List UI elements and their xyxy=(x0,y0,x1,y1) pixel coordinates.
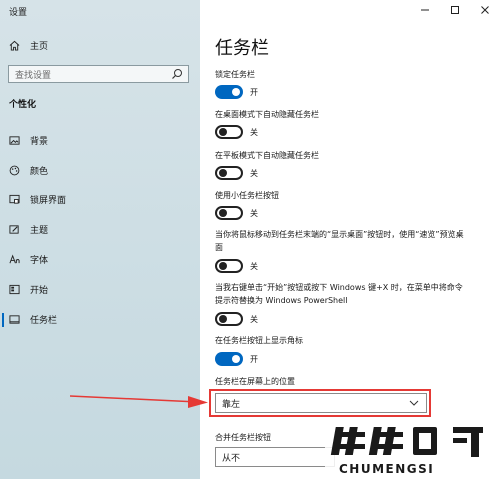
toggle-knob xyxy=(219,128,227,136)
setting-lock-taskbar: 开 xyxy=(215,85,258,99)
toggle-state: 开 xyxy=(250,354,258,364)
lockscreen-icon xyxy=(8,193,20,205)
setting-peek-label-line2: 面 xyxy=(215,243,223,252)
sidebar-item-label: 开始 xyxy=(30,285,49,296)
sidebar-item-label: 背景 xyxy=(30,136,49,147)
toggle-knob xyxy=(232,355,240,363)
toggle-state: 关 xyxy=(250,168,258,178)
minimize-icon xyxy=(421,9,429,11)
lock-taskbar-toggle[interactable] xyxy=(215,85,243,99)
toggle-state: 关 xyxy=(250,314,258,324)
sidebar-item-label: 字体 xyxy=(30,255,49,266)
toggle-knob xyxy=(219,209,227,217)
font-icon xyxy=(8,253,20,265)
sidebar-item-lockscreen[interactable]: 锁屏界面 xyxy=(0,188,200,210)
window-controls xyxy=(410,0,500,20)
search-icon[interactable] xyxy=(170,67,184,81)
red-arrow-icon xyxy=(70,395,208,408)
sidebar-item-fonts[interactable]: 字体 xyxy=(0,248,200,270)
combine-buttons-label: 合并任务栏按钮 xyxy=(215,433,271,442)
setting-peek: 关 xyxy=(215,259,258,273)
setting-small-buttons-label: 使用小任务栏按钮 xyxy=(215,191,279,200)
page-title: 任务栏 xyxy=(215,38,269,59)
sidebar-item-label: 锁屏界面 xyxy=(30,195,67,206)
toggle-state: 开 xyxy=(250,87,258,97)
setting-powershell-label-line2: 提示符替换为 Windows PowerShell xyxy=(215,296,348,305)
search-placeholder: 查找设置 xyxy=(15,70,52,81)
highlight-box xyxy=(209,389,431,417)
image-icon xyxy=(8,134,20,146)
toggle-knob xyxy=(219,315,227,323)
powershell-toggle[interactable] xyxy=(215,312,243,326)
setting-lock-taskbar-label: 锁定任务栏 xyxy=(215,70,255,79)
svg-text:CHUMENGSI: CHUMENGSI xyxy=(339,462,434,476)
setting-powershell: 关 xyxy=(215,312,258,326)
close-icon xyxy=(481,6,489,14)
minimize-button[interactable] xyxy=(410,0,440,20)
sidebar-item-label: 主题 xyxy=(30,225,49,236)
setting-autohide-desktop: 关 xyxy=(215,125,258,139)
setting-peek-label-line1: 当你将鼠标移动到任务栏末端的“显示桌面”按钮时，使用“速览”预览桌 xyxy=(215,230,464,239)
setting-autohide-tablet-label: 在平板模式下自动隐藏任务栏 xyxy=(215,151,319,160)
small-buttons-toggle[interactable] xyxy=(215,206,243,220)
setting-small-buttons: 关 xyxy=(215,206,258,220)
palette-icon xyxy=(8,164,20,176)
search-input[interactable]: 查找设置 xyxy=(8,65,189,83)
combine-buttons-dropdown[interactable]: 从不 xyxy=(215,447,335,467)
setting-badges: 开 xyxy=(215,352,258,366)
section-label: 个性化 xyxy=(9,100,37,110)
maximize-button[interactable] xyxy=(440,0,470,20)
setting-badges-label: 在任务栏按钮上显示角标 xyxy=(215,336,303,345)
taskbar-position-label: 任务栏在屏幕上的位置 xyxy=(215,377,295,386)
start-icon xyxy=(8,283,20,295)
maximize-icon xyxy=(451,6,459,14)
toggle-state: 关 xyxy=(250,208,258,218)
badges-toggle[interactable] xyxy=(215,352,243,366)
setting-autohide-desktop-label: 在桌面模式下自动隐藏任务栏 xyxy=(215,110,319,119)
app-title: 设置 xyxy=(9,8,28,18)
sidebar-item-label: 任务栏 xyxy=(30,315,58,326)
sidebar-item-colors[interactable]: 颜色 xyxy=(0,159,200,181)
home-icon xyxy=(8,39,20,51)
sidebar-item-background[interactable]: 背景 xyxy=(0,129,200,151)
toggle-state: 关 xyxy=(250,261,258,271)
toggle-knob xyxy=(219,169,227,177)
toggle-knob xyxy=(232,88,240,96)
brush-icon xyxy=(8,223,20,235)
autohide-tablet-toggle[interactable] xyxy=(215,166,243,180)
dropdown-value: 从不 xyxy=(222,453,241,464)
setting-autohide-tablet: 关 xyxy=(215,166,258,180)
close-button[interactable] xyxy=(470,0,500,20)
toggle-knob xyxy=(219,262,227,270)
sidebar-item-start[interactable]: 开始 xyxy=(0,278,200,300)
autohide-desktop-toggle[interactable] xyxy=(215,125,243,139)
toggle-state: 关 xyxy=(250,127,258,137)
peek-toggle[interactable] xyxy=(215,259,243,273)
sidebar-item-taskbar[interactable]: 任务栏 xyxy=(0,308,200,330)
sidebar-item-home[interactable]: 主页 xyxy=(0,34,200,56)
sidebar-item-label: 主页 xyxy=(30,41,49,52)
watermark-logo: CHUMENGSI xyxy=(325,420,500,479)
taskbar-icon xyxy=(8,313,20,325)
setting-powershell-label-line1: 当我右键单击“开始”按钮或按下 Windows 键+X 时，在菜单中将命令 xyxy=(215,283,463,292)
sidebar-item-themes[interactable]: 主题 xyxy=(0,218,200,240)
sidebar-item-label: 颜色 xyxy=(30,166,49,177)
